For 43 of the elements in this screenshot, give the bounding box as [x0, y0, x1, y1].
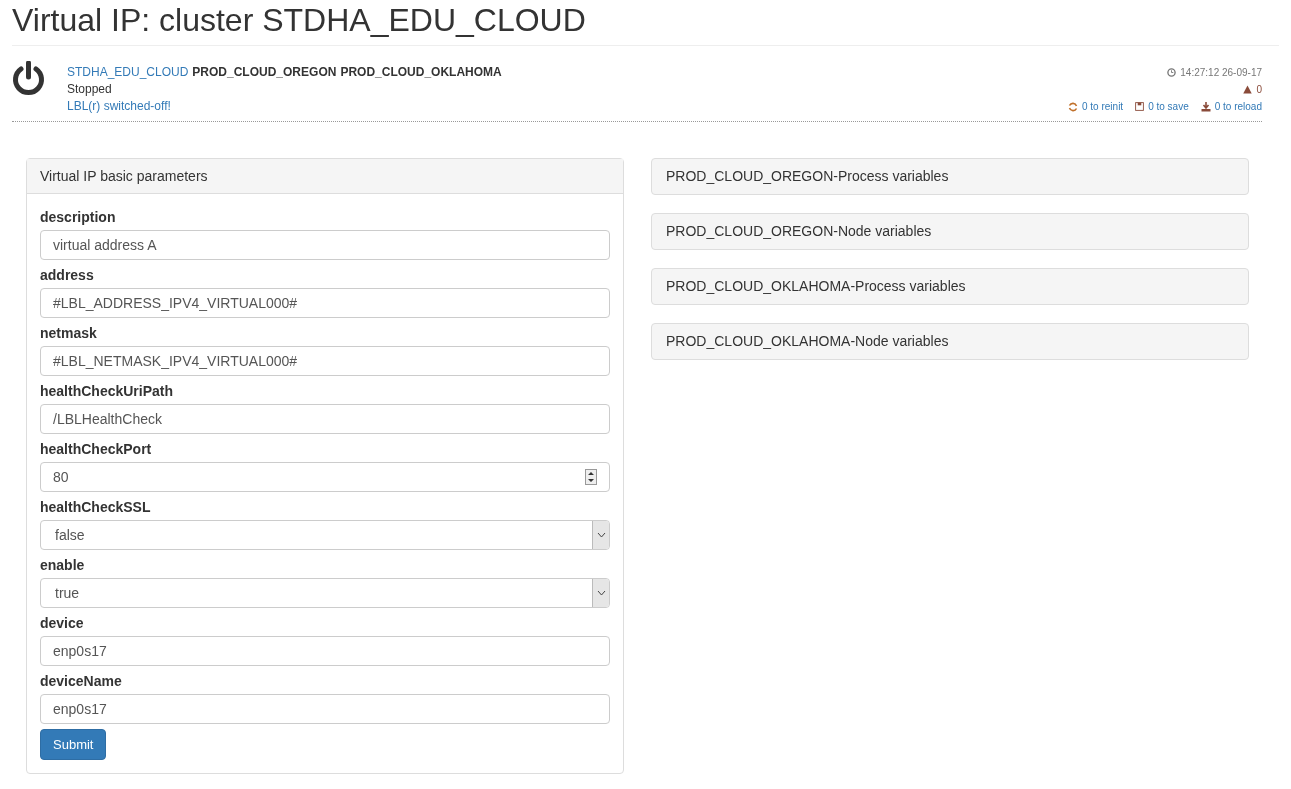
node-name: PROD_CLOUD_OREGON: [192, 64, 337, 81]
node-name: PROD_CLOUD_OKLAHOMA: [340, 64, 502, 81]
reinit-link[interactable]: 0 to reinit: [1082, 98, 1124, 115]
field-label: healthCheckUriPath: [40, 383, 175, 399]
field-label: healthCheckSSL: [40, 499, 152, 515]
refresh-icon: [1068, 101, 1078, 112]
field-label: description: [40, 209, 117, 225]
reload-link[interactable]: 0 to reload: [1214, 98, 1262, 115]
download-icon: [1200, 101, 1211, 112]
collapsed-panel[interactable]: PROD_CLOUD_OREGON-Process variables: [651, 158, 1249, 195]
input-field[interactable]: enp0s17: [40, 694, 610, 724]
field-label: deviceName: [40, 673, 123, 689]
input-field[interactable]: enp0s17: [40, 636, 610, 666]
collapsed-panel[interactable]: PROD_CLOUD_OKLAHOMA-Process variables: [651, 268, 1249, 305]
clock-icon: [1167, 68, 1177, 77]
field-label: netmask: [40, 325, 98, 341]
select-field[interactable]: true: [40, 578, 610, 608]
warning-icon: [1243, 85, 1253, 94]
page-title: Virtual IP: cluster STDHA_EDU_CLOUD: [12, 0, 1279, 46]
submit-button[interactable]: Submit: [40, 729, 107, 760]
field-label: enable: [40, 557, 86, 573]
number-field[interactable]: 80: [40, 462, 610, 492]
chevron-down-icon: [596, 532, 606, 538]
select-field[interactable]: false: [40, 520, 610, 550]
spinner-icon[interactable]: [585, 469, 597, 485]
field-label: device: [40, 615, 85, 631]
power-icon: [12, 61, 45, 96]
collapsed-panel[interactable]: PROD_CLOUD_OREGON-Node variables: [651, 213, 1249, 250]
input-field[interactable]: #LBL_ADDRESS_IPV4_VIRTUAL000#: [40, 288, 610, 318]
input-field[interactable]: virtual address A: [40, 230, 610, 260]
panel-heading: Virtual IP basic parameters: [27, 159, 623, 194]
save-link[interactable]: 0 to save: [1148, 98, 1189, 115]
status-message: LBL(r) switched-off!: [67, 98, 172, 115]
collapsed-panel[interactable]: PROD_CLOUD_OKLAHOMA-Node variables: [651, 323, 1249, 360]
field-label: address: [40, 267, 95, 283]
cluster-link[interactable]: STDHA_EDU_CLOUD: [67, 64, 189, 81]
field-label: healthCheckPort: [40, 441, 153, 457]
chevron-down-icon: [596, 590, 606, 596]
input-field[interactable]: /LBLHealthCheck: [40, 404, 610, 434]
timestamp: 14:27:12 26-09-17: [1180, 66, 1262, 80]
warning-count: 0: [1256, 83, 1262, 97]
input-field[interactable]: #LBL_NETMASK_IPV4_VIRTUAL000#: [40, 346, 610, 376]
status-text: Stopped: [67, 81, 113, 98]
